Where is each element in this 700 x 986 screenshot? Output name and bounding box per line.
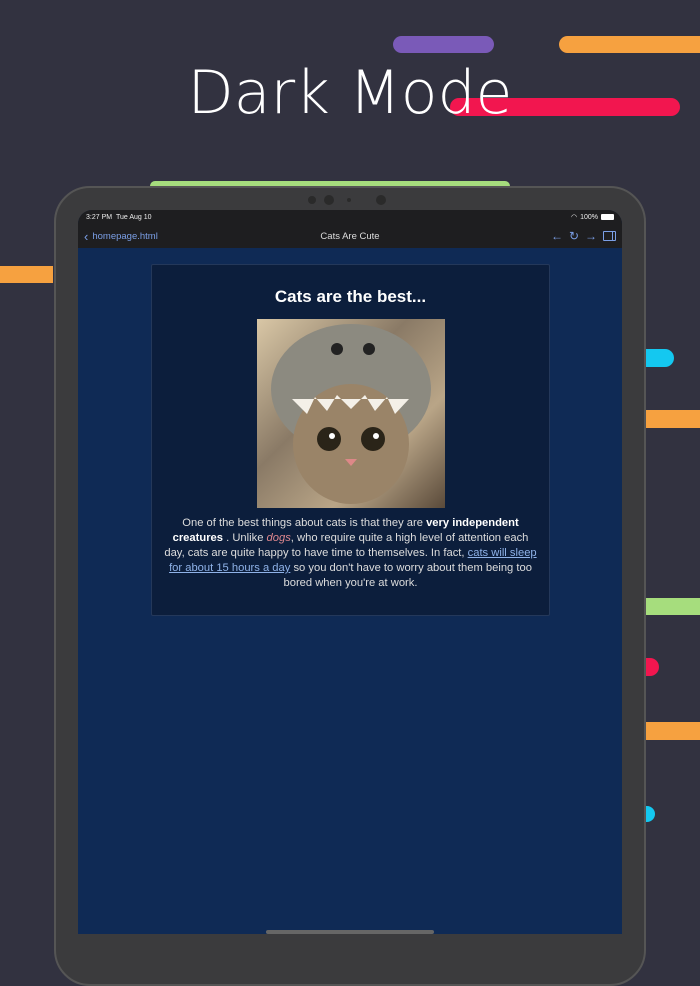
sensor <box>308 196 316 204</box>
article-paragraph: One of the best things about cats is tha… <box>152 516 549 591</box>
text: so you don't have to worry about them be… <box>283 562 532 589</box>
chevron-left-icon: ‹ <box>84 228 89 244</box>
back-button[interactable]: ‹ homepage.html <box>84 229 158 244</box>
decor-streak <box>393 36 494 53</box>
status-time: 3:27 PM <box>86 213 113 221</box>
battery-percent: 100% <box>580 213 598 221</box>
text: . Unlike <box>223 532 267 544</box>
home-indicator[interactable] <box>266 930 434 934</box>
cat-image <box>256 319 445 508</box>
article-card: Cats are the best... One of the best thi… <box>151 264 550 616</box>
reload-icon[interactable]: ↻ <box>569 229 579 243</box>
text: One of the best things about cats is tha… <box>182 517 427 529</box>
page-title: Cats Are Cute <box>320 230 380 242</box>
arrow-left-icon[interactable]: ← <box>551 229 563 243</box>
wifi-icon: ◠ <box>570 214 578 221</box>
sidebar-toggle-icon[interactable] <box>603 231 616 241</box>
sensor <box>376 195 386 205</box>
camera <box>324 195 334 205</box>
sensor <box>347 198 351 202</box>
headline: Dark Mode <box>187 58 513 128</box>
screen: 3:27 PM Tue Aug 10 ◠ 100% ‹ homepage.html … <box>78 210 622 934</box>
decor-streak <box>0 266 53 283</box>
article-heading: Cats are the best... <box>274 287 427 306</box>
back-label: homepage.html <box>92 230 158 242</box>
battery-icon <box>601 214 614 220</box>
status-date: Tue Aug 10 <box>115 213 152 221</box>
nav-bar: ‹ homepage.html Cats Are Cute ← ↻ → <box>78 224 622 248</box>
arrow-right-icon[interactable]: → <box>585 229 597 243</box>
italic-text: dogs <box>266 532 291 544</box>
decor-streak <box>559 36 700 53</box>
status-bar: 3:27 PM Tue Aug 10 ◠ 100% <box>78 210 622 224</box>
